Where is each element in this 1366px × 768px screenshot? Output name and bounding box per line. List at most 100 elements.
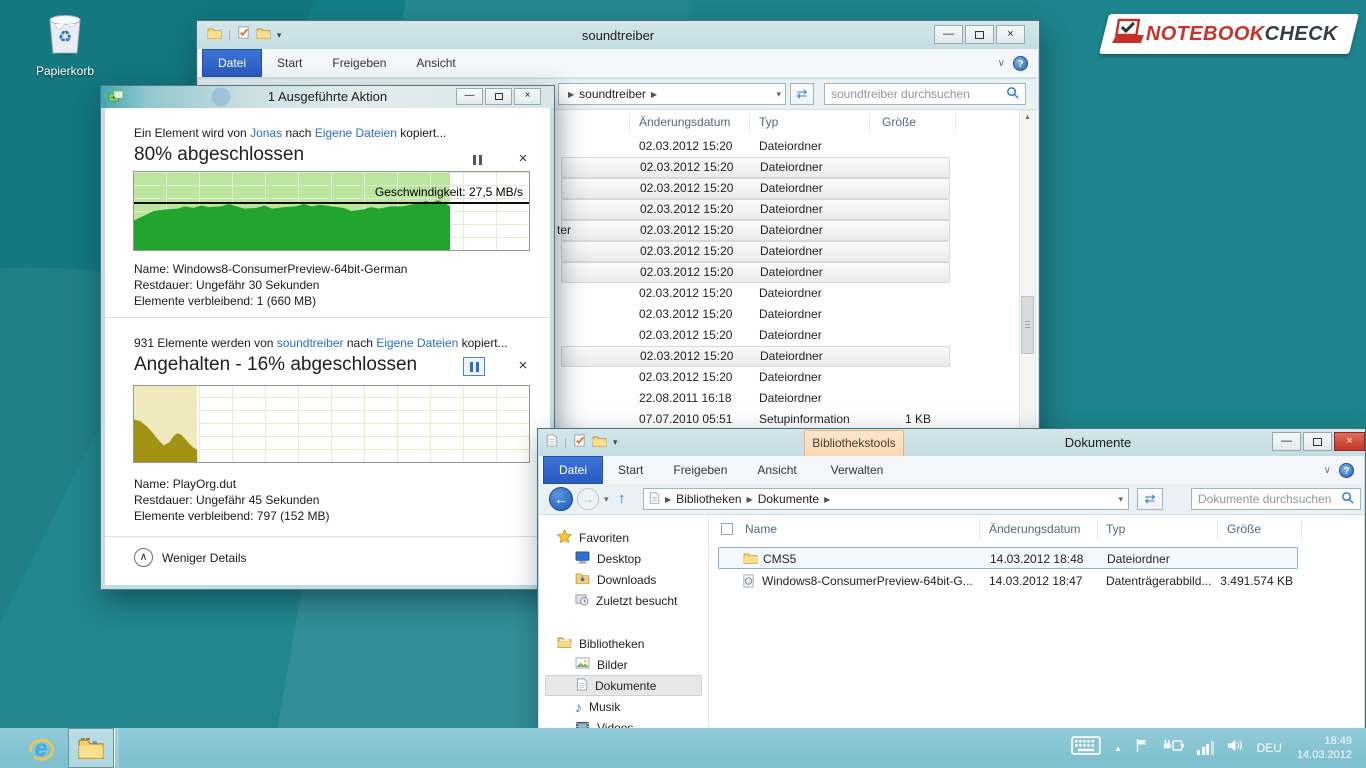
new-folder-icon[interactable] <box>592 434 607 452</box>
soundtreiber-titlebar[interactable]: | ▾ soundtreiber — × <box>197 21 1039 49</box>
file-row[interactable]: 02.03.2012 15:20 Dateiordner <box>561 136 950 157</box>
breadcrumb-dokumente[interactable]: Dokumente <box>758 492 819 506</box>
volume-icon[interactable] <box>1227 738 1244 758</box>
sidebar-item-musik[interactable]: ♪ Musik <box>545 696 702 717</box>
column-header-type[interactable]: Typ <box>1106 522 1125 536</box>
customize-toolbar-chevron-icon[interactable]: ▾ <box>613 437 618 448</box>
sidebar-item-desktop[interactable]: Desktop <box>545 548 702 569</box>
file-row[interactable]: 22.08.2011 16:18 Dateiordner <box>561 388 950 409</box>
file-row[interactable]: 02.03.2012 15:20 Dateiordner <box>561 304 950 325</box>
close-button[interactable]: × <box>996 25 1025 44</box>
scrollbar-thumb[interactable] <box>1021 296 1034 354</box>
library-tools-tab[interactable]: Bibliothekstools <box>804 430 904 456</box>
language-indicator[interactable]: DEU <box>1257 741 1282 755</box>
column-header-date[interactable]: Änderungsdatum <box>639 115 730 129</box>
taskbar-clock[interactable]: 18:49 14.03.2012 <box>1297 734 1352 762</box>
less-details-toggle[interactable]: ∧ Weniger Details <box>134 548 246 567</box>
document-icon[interactable] <box>546 434 558 452</box>
taskbar-explorer-stacked-indicator[interactable] <box>114 728 119 768</box>
touch-keyboard-icon[interactable] <box>1071 736 1101 760</box>
file-row[interactable]: 02.03.2012 15:20 Dateiordner <box>561 283 950 304</box>
ribbon-collapse-icon[interactable]: ∨ <box>1324 465 1331 476</box>
scrollbar-up-icon[interactable]: ▲ <box>1020 111 1035 125</box>
tab-start[interactable]: Start <box>262 49 317 77</box>
file-row[interactable]: 02.03.2012 15:20 Dateiordner <box>561 178 950 199</box>
up-button[interactable]: ↑ <box>618 490 626 507</box>
minimize-button[interactable]: — <box>1272 432 1301 451</box>
file-row[interactable]: 02.03.2012 15:20 Dateiordner <box>561 262 950 283</box>
select-all-checkbox[interactable] <box>721 523 733 535</box>
maximize-button[interactable] <box>965 25 994 44</box>
column-header-name[interactable]: Name <box>745 522 777 536</box>
folder-icon[interactable] <box>207 26 222 44</box>
properties-icon[interactable] <box>573 434 586 452</box>
tab-datei[interactable]: Datei <box>543 456 603 484</box>
file-row[interactable]: 02.03.2012 15:20 Dateiordner <box>561 157 950 178</box>
file-row[interactable]: 02.03.2012 15:20 Dateiordner <box>561 325 950 346</box>
close-button[interactable]: × <box>514 88 541 105</box>
sidebar-item-bilder[interactable]: Bilder <box>545 654 702 675</box>
maximize-button[interactable] <box>485 88 512 105</box>
refresh-button[interactable]: ⇄ <box>790 83 814 105</box>
file-row[interactable]: 02.03.2012 15:20 Dateiordner <box>561 346 950 367</box>
show-hidden-icons-chevron[interactable]: ▲ <box>1114 744 1122 753</box>
minimize-button[interactable]: — <box>934 25 963 44</box>
history-dropdown-icon[interactable]: ▾ <box>604 494 609 505</box>
column-header-size[interactable]: Größe <box>1227 522 1261 536</box>
minimize-button[interactable]: — <box>456 88 483 105</box>
ribbon-collapse-icon[interactable]: ∨ <box>998 58 1005 69</box>
properties-icon[interactable] <box>237 26 250 44</box>
help-icon[interactable]: ? <box>1013 56 1028 71</box>
chevron-up-circle-icon[interactable]: ∧ <box>134 548 153 567</box>
breadcrumb-bibliotheken[interactable]: Bibliotheken <box>676 492 741 506</box>
search-input[interactable] <box>1198 492 1341 506</box>
search-box[interactable] <box>824 83 1026 105</box>
sidebar-item-bibliotheken[interactable]: Bibliotheken <box>545 633 702 654</box>
action-center-flag-icon[interactable] <box>1135 738 1149 758</box>
close-button[interactable]: × <box>1334 432 1365 451</box>
search-icon[interactable] <box>1006 86 1019 102</box>
taskbar-explorer-button[interactable] <box>68 728 114 768</box>
job1-pause-button[interactable] <box>466 150 488 169</box>
recycle-bin-desktop-icon[interactable]: ♻ Papierkorb <box>22 8 108 78</box>
column-header-type[interactable]: Typ <box>759 115 778 129</box>
file-row[interactable]: ter 02.03.2012 15:20 Dateiordner <box>561 220 950 241</box>
maximize-button[interactable] <box>1303 432 1332 451</box>
search-icon[interactable] <box>1341 491 1354 507</box>
file-row-cms5[interactable]: CMS5 14.03.2012 18:48 Dateiordner <box>718 547 1298 569</box>
dialog-titlebar[interactable]: 1 Ausgeführte Aktion — × <box>101 86 554 108</box>
tab-freigeben[interactable]: Freigeben <box>317 49 401 77</box>
back-button[interactable]: ← <box>549 487 573 511</box>
help-icon[interactable]: ? <box>1339 463 1354 478</box>
search-box[interactable] <box>1191 488 1361 510</box>
refresh-button[interactable]: ⇄ <box>1137 488 1163 510</box>
forward-button[interactable]: → <box>577 488 599 510</box>
sidebar-item-zuletzt-besucht[interactable]: Zuletzt besucht <box>545 590 702 611</box>
file-row-windows8-iso[interactable]: Windows8-ConsumerPreview-64bit-G... 14.0… <box>718 570 1298 592</box>
job2-cancel-button[interactable]: × <box>514 357 532 376</box>
power-plug-icon[interactable] <box>1162 738 1184 758</box>
tab-datei[interactable]: Datei <box>202 49 262 77</box>
taskbar-ie-icon[interactable]: e <box>20 728 62 768</box>
address-dropdown-icon[interactable]: ▾ <box>776 89 781 100</box>
file-row[interactable]: 07.07.2010 05:51 Setupinformation 1 KB <box>561 409 950 430</box>
tab-verwalten[interactable]: Verwalten <box>809 456 905 477</box>
file-row[interactable]: 02.03.2012 15:20 Dateiordner <box>561 241 950 262</box>
sidebar-item-favoriten[interactable]: Favoriten <box>545 527 702 548</box>
file-row[interactable]: 02.03.2012 15:20 Dateiordner <box>561 367 950 388</box>
network-signal-icon[interactable] <box>1197 741 1214 755</box>
new-folder-icon[interactable] <box>256 26 271 44</box>
dokumente-titlebar[interactable]: | ▾ Bibliothekstools Dokumente — × <box>538 429 1365 456</box>
tab-freigeben[interactable]: Freigeben <box>658 456 742 484</box>
address-bar[interactable]: ▶ Bibliotheken ▶ Dokumente ▶ ▾ <box>643 488 1129 510</box>
tab-start[interactable]: Start <box>603 456 658 484</box>
tab-ansicht[interactable]: Ansicht <box>401 49 470 77</box>
file-row[interactable]: 02.03.2012 15:20 Dateiordner <box>561 199 950 220</box>
customize-toolbar-chevron-icon[interactable]: ▾ <box>277 30 282 41</box>
tab-ansicht[interactable]: Ansicht <box>742 456 811 484</box>
address-dropdown-icon[interactable]: ▾ <box>1118 494 1123 505</box>
column-header-date[interactable]: Änderungsdatum <box>989 522 1080 536</box>
address-bar[interactable]: ▶ soundtreiber ▶ ▾ <box>558 83 786 105</box>
job2-resume-button[interactable] <box>463 357 485 376</box>
search-input[interactable] <box>831 87 1006 101</box>
